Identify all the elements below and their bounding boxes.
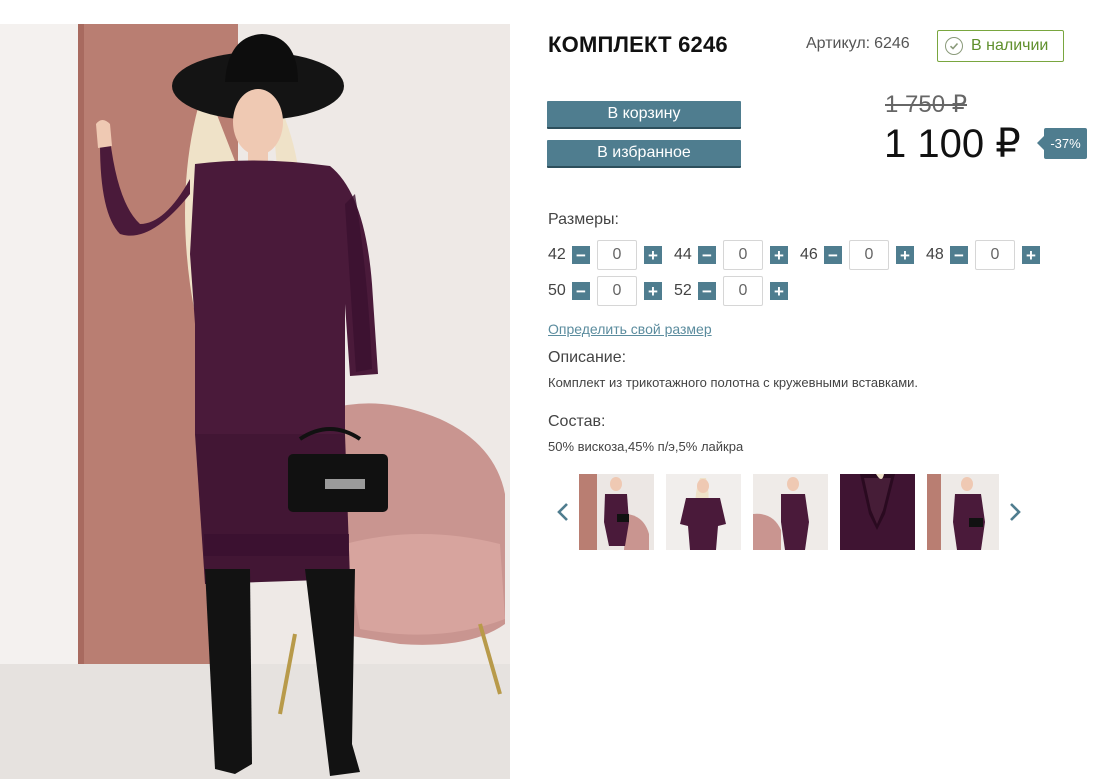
size-label: 42	[548, 246, 566, 263]
size-46: 46 − +	[800, 240, 914, 270]
thumbnail-carousel	[552, 474, 1026, 550]
thumbnail-image[interactable]	[753, 474, 828, 550]
quantity-input[interactable]	[723, 276, 763, 306]
size-row: 50 − + 52 − +	[548, 275, 1068, 307]
size-42: 42 − +	[548, 240, 662, 270]
size-48: 48 − +	[926, 240, 1040, 270]
chevron-left-icon[interactable]	[552, 474, 574, 550]
plus-icon[interactable]: +	[770, 246, 788, 264]
thumbnail-image[interactable]	[666, 474, 741, 550]
quantity-input[interactable]	[975, 240, 1015, 270]
size-label: 50	[548, 282, 566, 299]
article-value: 6246	[874, 35, 910, 52]
current-price: 1 100 ₽	[884, 122, 1021, 166]
plus-icon[interactable]: +	[644, 282, 662, 300]
article-label: Артикул:	[806, 35, 871, 52]
quantity-input[interactable]	[597, 276, 637, 306]
minus-icon[interactable]: −	[698, 282, 716, 300]
description-text: Комплект из трикотажного полотна с круже…	[548, 375, 919, 390]
size-50: 50 − +	[548, 276, 662, 306]
minus-icon[interactable]: −	[572, 282, 590, 300]
sizes-label: Размеры:	[548, 211, 619, 228]
plus-icon[interactable]: +	[644, 246, 662, 264]
thumbnail-strip	[579, 474, 999, 550]
product-title: КОМПЛЕКТ 6246	[548, 32, 728, 57]
thumbnail-image[interactable]	[927, 474, 999, 550]
plus-icon[interactable]: +	[1022, 246, 1040, 264]
quantity-input[interactable]	[597, 240, 637, 270]
product-photo-illustration	[0, 24, 510, 779]
composition-text: 50% вискоза,45% п/э,5% лайкра	[548, 439, 744, 454]
article-number: Артикул: 6246	[806, 35, 910, 53]
size-row: 42 − + 44 − + 46 − + 48 − +	[548, 239, 1068, 271]
quantity-input[interactable]	[849, 240, 889, 270]
check-circle-icon	[945, 37, 963, 55]
stock-status-text: В наличии	[971, 37, 1049, 54]
minus-icon[interactable]: −	[698, 246, 716, 264]
thumbnail-image[interactable]	[840, 474, 915, 550]
minus-icon[interactable]: −	[572, 246, 590, 264]
size-label: 46	[800, 246, 818, 263]
size-label: 48	[926, 246, 944, 263]
composition-label: Состав:	[548, 413, 606, 430]
quantity-input[interactable]	[723, 240, 763, 270]
main-product-photo[interactable]	[0, 24, 510, 779]
determine-size-link[interactable]: Определить свой размер	[548, 321, 712, 337]
description-label: Описание:	[548, 349, 627, 366]
minus-icon[interactable]: −	[824, 246, 842, 264]
chevron-right-icon[interactable]	[1004, 474, 1026, 550]
size-label: 44	[674, 246, 692, 263]
size-52: 52 − +	[674, 276, 788, 306]
size-selector: 42 − + 44 − + 46 − + 48 − + 50 − +	[548, 239, 1068, 311]
size-44: 44 − +	[674, 240, 788, 270]
plus-icon[interactable]: +	[896, 246, 914, 264]
old-price: 1 750 ₽	[885, 91, 967, 118]
add-to-favorites-button[interactable]: В избранное	[547, 140, 741, 168]
minus-icon[interactable]: −	[950, 246, 968, 264]
size-label: 52	[674, 282, 692, 299]
stock-status-badge: В наличии	[937, 30, 1064, 62]
discount-badge: -37%	[1037, 128, 1087, 159]
plus-icon[interactable]: +	[770, 282, 788, 300]
add-to-cart-button[interactable]: В корзину	[547, 101, 741, 129]
thumbnail-image[interactable]	[579, 474, 654, 550]
